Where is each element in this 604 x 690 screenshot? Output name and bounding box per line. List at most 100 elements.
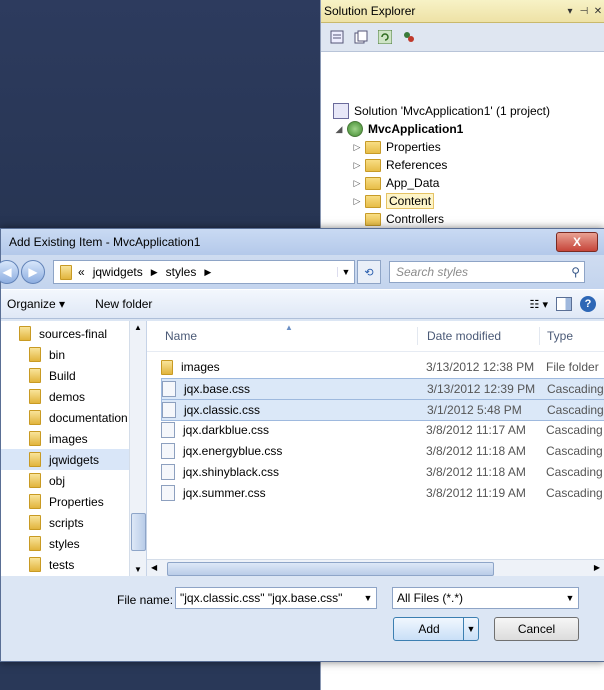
column-date-modified[interactable]: Date modified: [427, 321, 501, 351]
navigation-scrollbar[interactable]: ▲ ▼: [129, 321, 146, 576]
project-node[interactable]: ◢ MvcApplication1: [333, 120, 463, 138]
folder-icon: [29, 389, 41, 404]
nav-item-label: obj: [49, 473, 66, 488]
folder-icon: [19, 326, 31, 341]
pin-icon[interactable]: ⊣: [577, 6, 591, 17]
address-bar[interactable]: « jqwidgets ▶ styles ▶ ▼: [53, 260, 355, 284]
expand-arrow-icon[interactable]: ▷: [351, 178, 363, 189]
navigation-scrollbar-thumb[interactable]: [131, 513, 146, 551]
cancel-button[interactable]: Cancel: [494, 617, 579, 641]
nav-item-label: tests: [49, 557, 75, 572]
file-type-value: All Files (*.*): [397, 591, 464, 605]
properties-icon[interactable]: [327, 27, 347, 47]
file-date: 3/13/2012 12:38 PM: [426, 360, 535, 374]
file-date: 3/13/2012 12:39 PM: [427, 382, 536, 396]
nav-item-properties[interactable]: Properties: [1, 491, 146, 512]
folder-icon: [365, 140, 381, 154]
file-name: jqx.energyblue.css: [183, 444, 283, 458]
file-date: 3/8/2012 11:19 AM: [426, 486, 526, 500]
close-icon[interactable]: ✕: [591, 6, 604, 17]
add-button[interactable]: Add ▼: [393, 617, 479, 641]
class-diagram-icon[interactable]: [399, 27, 419, 47]
tree-item-label: Properties: [386, 140, 441, 154]
file-type: Cascading: [546, 444, 603, 458]
dialog-close-button[interactable]: X: [556, 232, 598, 252]
nav-item-build[interactable]: Build: [1, 365, 146, 386]
expand-arrow-icon[interactable]: ▷: [351, 160, 363, 171]
nav-item-sources-final[interactable]: sources-final: [1, 323, 146, 344]
file-name-input[interactable]: "jqx.classic.css" "jqx.base.css" ▼: [175, 587, 377, 609]
file-row[interactable]: jqx.base.css 3/13/2012 12:39 PM Cascading: [161, 378, 604, 400]
file-type-filter[interactable]: All Files (*.*) ▼: [392, 587, 579, 609]
tree-item-app-data[interactable]: ▷ App_Data: [351, 174, 440, 192]
file-name: jqx.classic.css: [184, 403, 261, 417]
dropdown-arrow-icon[interactable]: ▾: [563, 6, 577, 17]
nav-item-styles[interactable]: styles: [1, 533, 146, 554]
nav-item-label: styles: [49, 536, 80, 551]
refresh-button[interactable]: ⟲: [357, 260, 381, 284]
search-placeholder: Search styles: [396, 265, 469, 279]
expand-arrow-icon[interactable]: ▷: [351, 196, 363, 207]
address-dropdown-icon[interactable]: ▼: [337, 267, 354, 277]
view-options-icon[interactable]: ☷ ▾: [530, 298, 548, 311]
tree-item-content[interactable]: ▷ Content: [351, 192, 435, 210]
nav-item-bin[interactable]: bin: [1, 344, 146, 365]
add-options-dropdown-icon[interactable]: ▼: [463, 618, 478, 640]
scroll-right-icon[interactable]: ▶: [594, 563, 600, 572]
nav-item-jqwidgets[interactable]: jqwidgets: [1, 449, 146, 470]
tree-item-controllers[interactable]: Controllers: [351, 210, 444, 228]
scroll-left-icon[interactable]: ◀: [151, 563, 157, 572]
back-button[interactable]: ◀: [0, 260, 19, 284]
file-row[interactable]: jqx.classic.css 3/1/2012 5:48 PM Cascading: [161, 399, 604, 421]
file-list-header: Name ▲ Date modified Type: [147, 321, 604, 352]
tree-item-label: References: [386, 158, 448, 172]
nav-item-obj[interactable]: obj: [1, 470, 146, 491]
scroll-down-icon[interactable]: ▼: [134, 565, 142, 574]
file-row[interactable]: images 3/13/2012 12:38 PM File folder: [161, 357, 604, 377]
nav-item-documentation[interactable]: documentation: [1, 407, 146, 428]
preview-pane-icon[interactable]: [556, 297, 572, 311]
file-name: jqx.shinyblack.css: [183, 465, 280, 479]
nav-item-label: Properties: [49, 494, 104, 509]
folder-icon: [365, 176, 381, 190]
nav-item-tests[interactable]: tests: [1, 554, 146, 575]
solution-node[interactable]: Solution 'MvcApplication1' (1 project): [331, 102, 550, 120]
breadcrumb-separator-icon[interactable]: ▶: [204, 267, 211, 278]
file-date: 3/8/2012 11:17 AM: [426, 423, 526, 437]
show-all-files-icon[interactable]: [351, 27, 371, 47]
nav-item-demos[interactable]: demos: [1, 386, 146, 407]
file-row[interactable]: jqx.shinyblack.css 3/8/2012 11:18 AM Casca…: [161, 462, 604, 482]
folder-icon: [29, 515, 41, 530]
search-input[interactable]: Search styles ⚲: [389, 261, 585, 283]
folder-icon: [29, 368, 41, 383]
file-row[interactable]: jqx.darkblue.css 3/8/2012 11:17 AM Cascadi…: [161, 420, 604, 440]
help-icon[interactable]: ?: [580, 296, 596, 312]
tree-item-properties[interactable]: ▷ Properties: [351, 138, 441, 156]
breadcrumb-styles[interactable]: styles: [166, 265, 197, 279]
refresh-icon[interactable]: [375, 27, 395, 47]
nav-item-scripts[interactable]: scripts: [1, 512, 146, 533]
chevron-down-icon[interactable]: ▼: [360, 593, 376, 603]
column-type[interactable]: Type: [547, 321, 573, 351]
new-folder-button[interactable]: New folder: [95, 297, 152, 311]
file-list-scrollbar-thumb[interactable]: [167, 562, 494, 576]
tree-item-label: Controllers: [386, 212, 445, 226]
chevron-down-icon[interactable]: ▼: [562, 593, 578, 603]
nav-item-label: demos: [49, 389, 86, 404]
tree-item-references[interactable]: ▷ References: [351, 156, 448, 174]
file-row[interactable]: jqx.energyblue.css 3/8/2012 11:18 AM Casca…: [161, 441, 604, 461]
file-date: 3/8/2012 11:18 AM: [426, 465, 526, 479]
scroll-up-icon[interactable]: ▲: [134, 323, 142, 332]
organize-button[interactable]: Organize ▾: [7, 297, 65, 311]
nav-item-images[interactable]: images: [1, 428, 146, 449]
file-list-scrollbar[interactable]: ◀ ▶: [147, 559, 604, 576]
file-row[interactable]: jqx.summer.css 3/8/2012 11:19 AM Cascading: [161, 483, 604, 503]
collapse-arrow-icon[interactable]: ◢: [333, 124, 345, 135]
breadcrumb-separator-icon[interactable]: ▶: [151, 267, 158, 278]
expand-arrow-icon[interactable]: ▷: [351, 142, 363, 153]
desktop-background: [0, 0, 320, 230]
breadcrumb-jqwidgets[interactable]: jqwidgets: [93, 265, 143, 279]
address-overflow[interactable]: «: [78, 265, 85, 279]
forward-button[interactable]: ▶: [21, 260, 45, 284]
column-name[interactable]: Name: [165, 321, 197, 351]
